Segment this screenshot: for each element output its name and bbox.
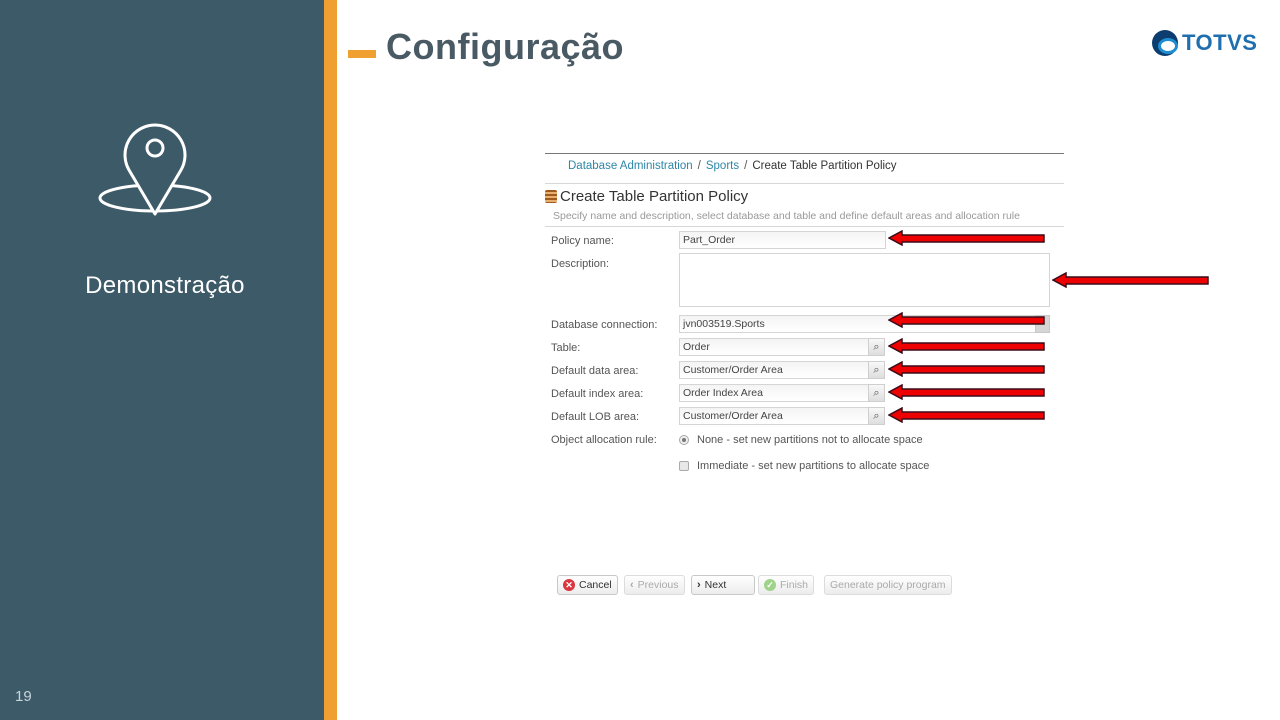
- accent-stripe: [324, 0, 337, 720]
- form-screenshot: Database Administration / Sports / Create Ta…: [545, 153, 1064, 603]
- default-lob-area-input[interactable]: Customer/Order Area: [679, 407, 869, 425]
- database-icon: [545, 190, 557, 203]
- annotation-arrow-description: [1052, 272, 1209, 288]
- divider: [545, 153, 1064, 154]
- policy-name-label: Policy name:: [551, 235, 614, 247]
- annotation-arrow-policy-name: [888, 230, 1045, 246]
- index-area-lookup-button[interactable]: ⌕: [868, 384, 885, 402]
- previous-button-label: Previous: [637, 579, 679, 591]
- table-label: Table:: [551, 342, 581, 354]
- finish-button[interactable]: ✓ Finish: [758, 575, 815, 595]
- form-title: Create Table Partition Policy: [545, 188, 748, 205]
- next-button-label: Next: [704, 579, 727, 591]
- table-lookup-button[interactable]: ⌕: [868, 338, 885, 356]
- form-subtitle: Specify name and description, select dat…: [553, 210, 1020, 222]
- default-index-area-label: Default index area:: [551, 388, 644, 400]
- allocation-immediate-radio[interactable]: [679, 461, 689, 471]
- finish-button-label: Finish: [780, 579, 809, 591]
- chevron-right-icon: ›: [697, 579, 701, 591]
- default-index-area-input[interactable]: Order Index Area: [679, 384, 869, 402]
- default-data-area-label: Default data area:: [551, 365, 639, 377]
- cancel-button-label: Cancel: [579, 579, 612, 591]
- divider: [545, 226, 1064, 227]
- annotation-arrow-data-area: [888, 361, 1045, 377]
- description-textarea[interactable]: [679, 253, 1050, 307]
- lob-area-lookup-button[interactable]: ⌕: [868, 407, 885, 425]
- table-input[interactable]: Order: [679, 338, 869, 356]
- allocation-immediate-label: Immediate - set new partitions to alloca…: [697, 460, 930, 472]
- cancel-button[interactable]: ✕ Cancel: [557, 575, 618, 595]
- search-icon: ⌕: [873, 340, 880, 353]
- chevron-left-icon: ‹: [630, 579, 634, 591]
- generate-policy-program-button[interactable]: Generate policy program: [824, 575, 952, 595]
- title-accent-dash: [348, 50, 376, 58]
- allocation-rule-label: Object allocation rule:: [551, 434, 657, 446]
- logo-mark-icon: [1152, 30, 1178, 56]
- annotation-arrow-index-area: [888, 384, 1045, 400]
- next-button[interactable]: › Next: [691, 575, 755, 595]
- previous-button[interactable]: ‹ Previous: [624, 575, 685, 595]
- default-data-area-input[interactable]: Customer/Order Area: [679, 361, 869, 379]
- breadcrumb-current: Create Table Partition Policy: [752, 160, 897, 172]
- generate-button-label: Generate policy program: [830, 579, 946, 591]
- default-lob-area-label: Default LOB area:: [551, 411, 640, 423]
- allocation-none-radio[interactable]: [679, 435, 689, 445]
- page-number: 19: [15, 688, 32, 705]
- breadcrumb-separator: /: [697, 160, 701, 172]
- breadcrumb-database-administration[interactable]: Database Administration: [568, 160, 693, 172]
- search-icon: ⌕: [873, 386, 880, 399]
- cancel-icon: ✕: [563, 579, 575, 591]
- page-title: Configuração: [386, 26, 625, 67]
- location-pin-icon: [98, 123, 212, 216]
- annotation-arrow-database-connection: [888, 312, 1045, 328]
- description-label: Description:: [551, 258, 610, 270]
- allocation-none-label: None - set new partitions not to allocat…: [697, 434, 923, 446]
- annotation-arrow-table: [888, 338, 1045, 354]
- totvs-logo: TOTVS: [1152, 30, 1257, 56]
- divider: [545, 183, 1064, 184]
- data-area-lookup-button[interactable]: ⌕: [868, 361, 885, 379]
- breadcrumb: Database Administration / Sports / Create Ta…: [568, 160, 897, 172]
- policy-name-input[interactable]: Part_Order: [679, 231, 886, 249]
- search-icon: ⌕: [873, 409, 880, 422]
- logo-text: TOTVS: [1182, 30, 1258, 55]
- search-icon: ⌕: [873, 363, 880, 376]
- checkmark-icon: ✓: [764, 579, 776, 591]
- sidebar: Demonstração 19: [0, 0, 324, 720]
- form-title-text: Create Table Partition Policy: [560, 188, 749, 205]
- annotation-arrow-lob-area: [888, 407, 1045, 423]
- breadcrumb-separator: /: [744, 160, 748, 172]
- breadcrumb-sports[interactable]: Sports: [706, 160, 739, 172]
- section-label: Demonstração: [85, 272, 245, 299]
- database-connection-label: Database connection:: [551, 319, 658, 331]
